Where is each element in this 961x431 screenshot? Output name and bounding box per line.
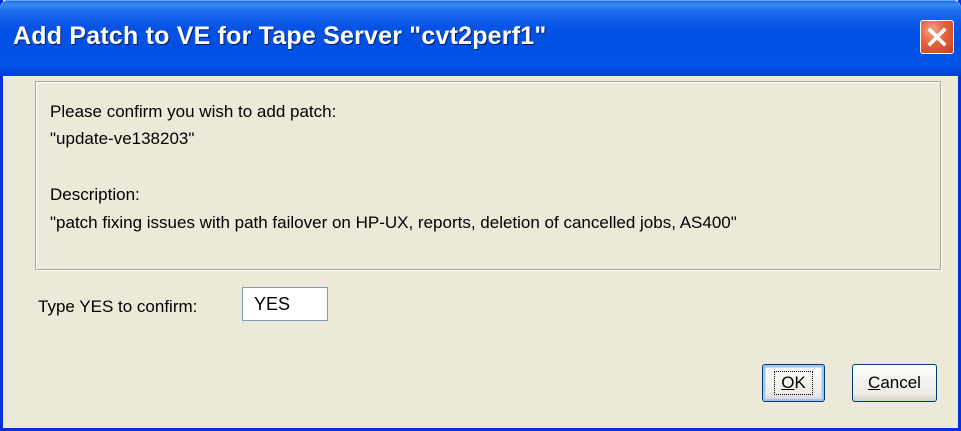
close-x-icon	[927, 27, 947, 47]
cancel-mnemonic: C	[868, 373, 881, 392]
ok-button-label: OK	[774, 371, 813, 395]
patch-name-text: "update-ve138203"	[50, 129, 195, 148]
window-title: Add Patch to VE for Tape Server "cvt2per…	[13, 22, 547, 50]
confirm-input[interactable]	[242, 287, 328, 321]
ok-mnemonic: O	[781, 373, 795, 392]
close-button[interactable]	[920, 20, 954, 54]
description-label: Description:	[50, 185, 140, 204]
dialog-content: Please confirm you wish to add patch: "u…	[3, 76, 958, 428]
cancel-button[interactable]: Cancel	[852, 364, 937, 402]
cancel-label-rest: ancel	[880, 373, 921, 392]
message-panel: Please confirm you wish to add patch: "u…	[35, 81, 941, 270]
add-patch-dialog: Add Patch to VE for Tape Server "cvt2per…	[0, 0, 961, 431]
confirm-prompt-text: Please confirm you wish to add patch:	[50, 102, 337, 121]
cancel-button-label: Cancel	[868, 373, 921, 393]
confirm-label: Type YES to confirm:	[38, 297, 198, 316]
description-text: "patch fixing issues with path failover …	[50, 213, 737, 232]
ok-button[interactable]: OK	[762, 364, 825, 402]
title-bar[interactable]: Add Patch to VE for Tape Server "cvt2per…	[0, 0, 961, 76]
ok-label-rest: K	[794, 373, 806, 392]
